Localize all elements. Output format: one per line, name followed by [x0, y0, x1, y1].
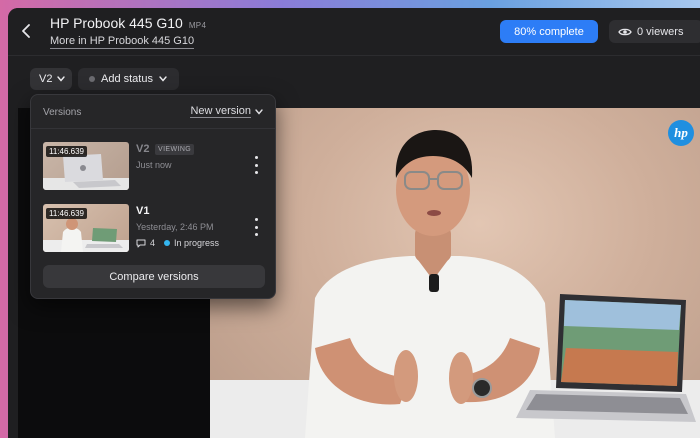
more-vertical-icon[interactable] — [251, 218, 261, 236]
eye-icon — [618, 28, 632, 35]
popover-title: Versions — [43, 107, 82, 118]
version-label: V2 — [136, 143, 150, 155]
comment-icon — [136, 239, 146, 247]
page-title: HP Probook 445 G10 — [50, 15, 183, 31]
version-selector-button[interactable]: V2 — [30, 68, 72, 90]
new-version-label: New version — [190, 105, 251, 118]
timecode-badge: 11:46.639 — [46, 208, 87, 219]
viewers-button[interactable]: 0 viewers — [609, 20, 700, 43]
version-timestamp: Just now — [136, 160, 172, 170]
status-dot-icon — [164, 240, 171, 246]
version-item-v2[interactable]: 11:46.639 V2 VIEWING Just now — [43, 142, 265, 192]
timecode-badge: 11:46.639 — [46, 146, 87, 157]
chevron-down-icon — [159, 76, 167, 82]
top-bar: HP Probook 445 G10 MP4 More in HP Proboo… — [8, 8, 700, 56]
video-frame[interactable]: hp — [210, 108, 700, 438]
chevron-down-icon — [57, 76, 66, 82]
viewers-label: 0 viewers — [637, 25, 684, 38]
compare-versions-button[interactable]: Compare versions — [43, 265, 265, 288]
popover-header: Versions New version — [31, 95, 275, 129]
chevron-down-icon — [255, 108, 263, 115]
versions-popover: Versions New version 11:46.639 V2 VIEWIN… — [30, 94, 276, 299]
version-selector-label: V2 — [39, 73, 53, 85]
chevron-left-icon — [22, 24, 30, 38]
version-label: V1 — [136, 205, 150, 217]
comment-count: 4 — [150, 238, 156, 248]
back-button[interactable] — [16, 20, 38, 42]
version-item-v1[interactable]: 11:46.639 V1 Yesterday, 2:46 PM 4 In pro… — [43, 204, 265, 254]
version-thumbnail: 11:46.639 — [43, 142, 129, 190]
progress-status-button[interactable]: 80% complete — [500, 20, 598, 43]
breadcrumb-link[interactable]: More in HP Probook 445 G10 — [50, 35, 195, 49]
status-dot-icon — [89, 76, 95, 82]
viewing-badge: VIEWING — [155, 144, 195, 155]
more-vertical-icon[interactable] — [251, 156, 261, 174]
file-format-badge: MP4 — [188, 21, 207, 30]
window-frame: HP Probook 445 G10 MP4 More in HP Proboo… — [0, 0, 700, 438]
version-meta: 4 In progress — [136, 238, 219, 248]
video-scene — [210, 130, 700, 438]
version-status: In progress — [174, 238, 220, 248]
add-status-label: Add status — [101, 73, 153, 85]
version-timestamp: Yesterday, 2:46 PM — [136, 222, 214, 232]
review-app: HP Probook 445 G10 MP4 More in HP Proboo… — [8, 8, 700, 438]
hp-logo: hp — [668, 120, 694, 146]
new-version-button[interactable]: New version — [190, 105, 263, 118]
title-block: HP Probook 445 G10 MP4 More in HP Proboo… — [50, 15, 206, 49]
add-status-button[interactable]: Add status — [78, 68, 179, 90]
version-thumbnail: 11:46.639 — [43, 204, 129, 252]
